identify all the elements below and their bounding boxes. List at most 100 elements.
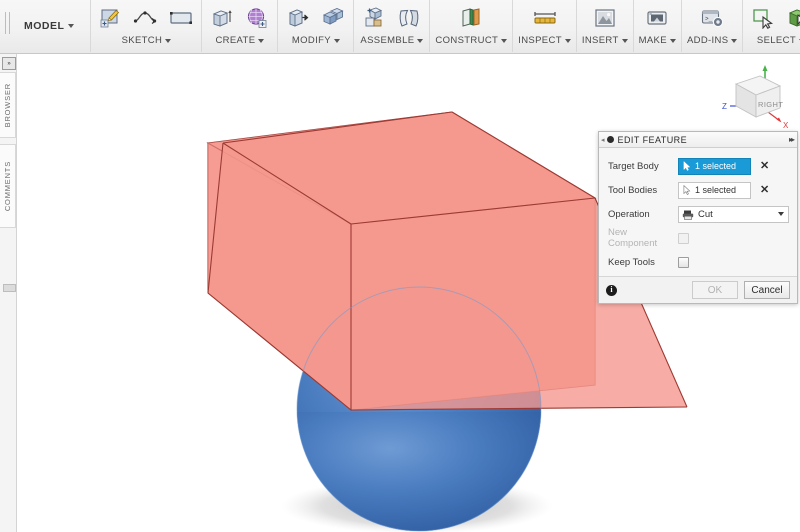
toolbar-group-label[interactable]: INSERT: [582, 35, 628, 48]
dialog-title-bar[interactable]: ◂ EDIT FEATURE ▸▸: [599, 132, 797, 148]
sidebar-item-label: BROWSER: [3, 82, 12, 128]
combine-icon[interactable]: [318, 3, 348, 33]
workspace-label: MODEL: [24, 20, 65, 32]
clear-target-body-button[interactable]: ✕: [760, 160, 769, 172]
toolbar-group-inspect: INSPECT: [512, 0, 576, 52]
selection-count-label: 1 selected: [695, 185, 737, 195]
joint-icon[interactable]: [394, 3, 424, 33]
offset-plane-icon[interactable]: [456, 3, 486, 33]
cancel-button[interactable]: Cancel: [744, 281, 790, 299]
ok-button[interactable]: OK: [692, 281, 738, 299]
sidebar-item-comments[interactable]: COMMENTS: [0, 144, 16, 228]
toolbar-group-insert: INSERT: [575, 0, 633, 52]
toolbar-group-label[interactable]: SKETCH: [122, 35, 172, 48]
chevron-down-icon: [669, 39, 676, 43]
group-label-text: ASSEMBLE: [360, 35, 415, 46]
toolbar-group-modify: MODIFY: [277, 0, 353, 52]
chevron-down-icon: [68, 24, 75, 28]
left-rail: » BROWSER COMMENTS: [0, 54, 17, 532]
row-label: New Component: [608, 227, 658, 249]
toolbar-group-label[interactable]: INSPECT: [518, 35, 571, 48]
group-label-text: MAKE: [638, 35, 667, 46]
row-label: Operation: [608, 208, 650, 220]
toolbar-group-label[interactable]: MODIFY: [292, 35, 340, 48]
toolbar-group-label[interactable]: CREATE: [215, 35, 265, 48]
chevron-down-icon: [778, 212, 784, 216]
chevron-down-icon: [165, 39, 172, 43]
select-window-icon[interactable]: [748, 3, 778, 33]
operation-value: Cut: [698, 208, 713, 220]
axis-x-label: X: [783, 121, 789, 130]
dialog-title: EDIT FEATURE: [617, 134, 688, 145]
toolbar-group-create: CREATE: [201, 0, 277, 52]
row-tool-bodies: Tool Bodies 1 selected ✕: [599, 178, 797, 202]
tool-bodies-selection-button[interactable]: 1 selected: [678, 181, 751, 199]
extrude-icon[interactable]: [207, 3, 237, 33]
rectangle-icon[interactable]: [166, 3, 196, 33]
create-sketch-icon[interactable]: [96, 3, 126, 33]
toolbar-group-label[interactable]: MAKE: [639, 35, 676, 48]
group-label-text: INSERT: [581, 35, 619, 46]
toolbar-group-sketch: SKETCH: [91, 0, 201, 52]
main-toolbar: MODEL SKETCH CREATE MODIFY ASSEMBLE CONS…: [0, 0, 800, 54]
toolbar-group-label[interactable]: ADD-INS: [687, 35, 738, 48]
row-target-body: Target Body 1 selected ✕: [599, 154, 797, 178]
expand-panel-icon[interactable]: »: [2, 57, 16, 70]
group-label-text: MODIFY: [291, 35, 331, 46]
view-cube[interactable]: Z X RIGHT: [706, 62, 792, 136]
chevron-down-icon: [731, 39, 738, 43]
toolbar-grip[interactable]: [0, 0, 14, 46]
spline-icon[interactable]: [131, 3, 161, 33]
record-dot-icon: [606, 136, 614, 143]
scripts-addins-icon[interactable]: >_: [697, 3, 727, 33]
group-label-text: CREATE: [215, 35, 256, 46]
row-keep-tools: Keep Tools: [599, 250, 797, 274]
info-icon[interactable]: i: [606, 284, 617, 296]
select-body-icon[interactable]: [783, 3, 800, 33]
double-chevron-right-icon[interactable]: ▸▸: [789, 135, 795, 144]
sidebar-item-browser[interactable]: BROWSER: [0, 72, 16, 138]
sphere-mesh-icon[interactable]: [242, 3, 272, 33]
row-label: Tool Bodies: [608, 184, 658, 196]
rail-resize-handle[interactable]: [3, 284, 16, 292]
new-component-checkbox: [678, 232, 689, 244]
svg-text:>_: >_: [705, 15, 713, 22]
toolbar-group-label[interactable]: ASSEMBLE: [360, 35, 424, 48]
sidebar-item-label: COMMENTS: [3, 160, 12, 212]
chevron-down-icon: [417, 39, 424, 43]
group-label-text: ADD-INS: [686, 35, 729, 46]
toolbar-group-assemble: ASSEMBLE: [353, 0, 429, 52]
group-label-text: CONSTRUCT: [435, 35, 499, 46]
chevron-down-icon: [564, 39, 571, 43]
group-label-text: SKETCH: [121, 35, 163, 46]
measure-icon[interactable]: [530, 3, 560, 33]
row-new-component: New Component: [599, 226, 797, 250]
press-pull-icon[interactable]: [283, 3, 313, 33]
selection-count-label: 1 selected: [695, 161, 737, 171]
keep-tools-checkbox[interactable]: [678, 256, 689, 268]
3d-print-icon[interactable]: [642, 3, 672, 33]
clear-tool-bodies-button[interactable]: ✕: [760, 184, 769, 196]
dialog-body: Target Body 1 selected ✕ Tool Bodies 1 s…: [599, 148, 797, 276]
workspace-selector[interactable]: MODEL: [14, 0, 92, 52]
dialog-footer: i OK Cancel: [599, 276, 797, 303]
operation-dropdown[interactable]: Cut: [678, 205, 789, 223]
row-label: Target Body: [608, 160, 659, 172]
cut-operation-icon: [682, 210, 694, 220]
group-label-text: SELECT: [756, 35, 796, 46]
toolbar-group-label[interactable]: CONSTRUCT: [435, 35, 508, 48]
toolbar-group-make: MAKE: [632, 0, 681, 52]
group-label-text: INSPECT: [518, 35, 562, 46]
cursor-icon: [683, 185, 691, 195]
chevron-down-icon: [501, 39, 508, 43]
fusion360-window: MODEL SKETCH CREATE MODIFY ASSEMBLE CONS…: [0, 0, 800, 532]
view-cube-face-label: RIGHT: [758, 100, 783, 109]
insert-image-icon[interactable]: [590, 3, 620, 33]
new-component-icon[interactable]: [359, 3, 389, 33]
toolbar-group-select: SELECT: [742, 0, 800, 52]
target-body-selection-button[interactable]: 1 selected: [678, 157, 751, 175]
toolbar-group-label[interactable]: SELECT: [757, 35, 800, 48]
chevron-left-icon[interactable]: ◂: [601, 136, 605, 144]
row-label: Keep Tools: [608, 256, 655, 268]
axis-z-label: Z: [722, 102, 727, 111]
